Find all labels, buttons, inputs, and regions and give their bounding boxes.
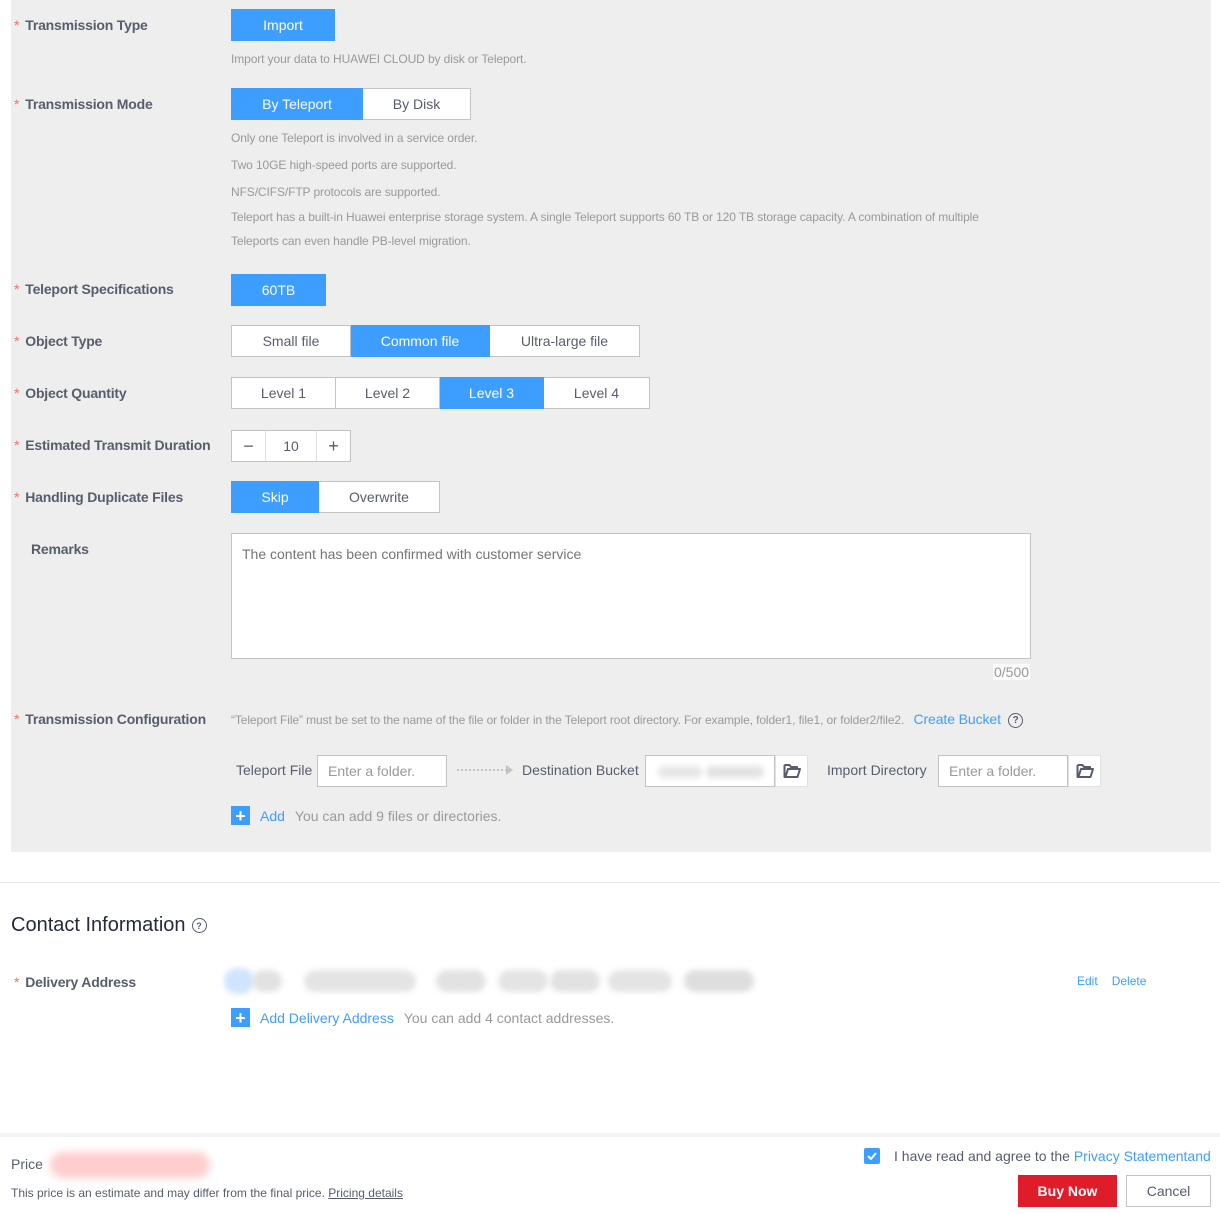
teleport-specifications-label: * Teleport Specifications: [14, 281, 174, 297]
option-level-2[interactable]: Level 2: [336, 377, 440, 409]
object-type-label: * Object Type: [14, 333, 103, 349]
required-marker: *: [14, 974, 20, 990]
option-overwrite[interactable]: Overwrite: [319, 481, 440, 513]
redacted-value: [252, 970, 282, 992]
edit-address-link[interactable]: Edit: [1077, 974, 1098, 988]
arrow-right-icon: [457, 765, 513, 775]
plus-icon[interactable]: +: [231, 1008, 250, 1027]
teleport-specifications-selector: 60TB: [231, 274, 326, 306]
help-icon[interactable]: ?: [1008, 713, 1024, 729]
required-marker: *: [14, 96, 20, 112]
radio-icon: [224, 968, 254, 994]
required-marker: *: [14, 385, 20, 401]
add-file-hint: You can add 9 files or directories.: [294, 807, 502, 824]
delete-address-link[interactable]: Delete: [1112, 974, 1147, 988]
duration-value[interactable]: 10: [265, 431, 317, 461]
required-marker: *: [14, 333, 20, 349]
destination-bucket-label: Destination Bucket: [522, 762, 639, 778]
teleport-file-label: Teleport File: [236, 762, 313, 778]
transmission-mode-selector: By Teleport By Disk: [231, 88, 471, 120]
section-divider: [0, 882, 1220, 883]
destination-bucket-select[interactable]: [645, 755, 775, 787]
option-level-4[interactable]: Level 4: [544, 377, 650, 409]
redacted-value: [658, 766, 702, 778]
contact-information-heading: Contact Information ?: [11, 914, 207, 937]
option-by-disk[interactable]: By Disk: [363, 88, 471, 120]
object-quantity-selector: Level 1 Level 2 Level 3 Level 4: [231, 377, 650, 409]
required-marker: *: [14, 281, 20, 297]
handling-duplicate-files-label: * Handling Duplicate Files: [14, 489, 184, 505]
agreement-row: I have read and agree to the Privacy Sta…: [864, 1148, 1211, 1164]
buy-now-button[interactable]: Buy Now: [1018, 1175, 1117, 1207]
price-label: Price: [11, 1156, 43, 1172]
transmission-mode-help-4: Teleport has a built-in Huawei enterpris…: [231, 210, 979, 224]
pricing-details-link[interactable]: Pricing details: [328, 1186, 403, 1200]
transmission-configuration-help: “Teleport File” must be set to the name …: [231, 711, 1024, 729]
option-ultra-large-file[interactable]: Ultra-large file: [490, 325, 640, 357]
object-type-selector: Small file Common file Ultra-large file: [231, 325, 640, 357]
increment-button[interactable]: +: [317, 431, 350, 461]
option-level-3[interactable]: Level 3: [440, 377, 544, 409]
required-marker: *: [14, 489, 20, 505]
redacted-value: [706, 766, 764, 778]
cancel-button[interactable]: Cancel: [1126, 1175, 1211, 1207]
transmission-type-label: * Transmission Type: [14, 17, 148, 33]
help-icon[interactable]: ?: [191, 918, 207, 933]
price-note: This price is an estimate and may differ…: [11, 1186, 403, 1200]
transmission-mode-help-2: Two 10GE high-speed ports are supported.: [231, 158, 457, 172]
required-marker: *: [14, 17, 20, 33]
option-import[interactable]: Import: [231, 9, 335, 41]
transmission-type-selector: Import: [231, 9, 335, 41]
transmission-mode-help-5: Teleports can even handle PB-level migra…: [231, 234, 471, 248]
redacted-value: [304, 970, 416, 992]
create-bucket-link[interactable]: Create Bucket: [913, 711, 1001, 727]
remarks-label: Remarks: [31, 541, 89, 557]
option-skip[interactable]: Skip: [231, 481, 319, 513]
remarks-char-counter: 0/500: [993, 664, 1031, 680]
estimated-transmit-duration-label: * Estimated Transmit Duration: [14, 437, 211, 453]
decrement-button[interactable]: −: [232, 431, 265, 461]
footer-separator: [0, 1133, 1220, 1137]
redacted-value: [684, 970, 754, 992]
add-address-hint: You can add 4 contact addresses.: [403, 1009, 615, 1026]
option-small-file[interactable]: Small file: [231, 325, 351, 357]
folder-open-icon[interactable]: [1068, 755, 1101, 787]
redacted-value: [436, 970, 486, 992]
transmission-type-help: Import your data to HUAWEI CLOUD by disk…: [231, 52, 527, 66]
remarks-textarea[interactable]: [231, 533, 1031, 659]
teleport-file-input[interactable]: [317, 755, 447, 787]
privacy-statement-link[interactable]: Privacy Statementand: [1074, 1148, 1211, 1164]
duration-stepper: − 10 +: [231, 430, 351, 462]
handling-duplicate-files-selector: Skip Overwrite: [231, 481, 440, 513]
add-file-row: + Add You can add 9 files or directories…: [231, 806, 501, 825]
redacted-value: [608, 970, 672, 992]
import-directory-label: Import Directory: [827, 762, 927, 778]
object-quantity-label: * Object Quantity: [14, 385, 127, 401]
option-by-teleport[interactable]: By Teleport: [231, 88, 363, 120]
redacted-value: [498, 970, 548, 992]
transmission-configuration-label: * Transmission Configuration: [14, 711, 206, 727]
address-actions: Edit Delete: [1077, 974, 1146, 988]
redacted-value: [550, 970, 600, 992]
plus-icon[interactable]: +: [231, 806, 250, 825]
agreement-text: I have read and agree to the Privacy Sta…: [894, 1148, 1211, 1164]
folder-open-icon[interactable]: [775, 755, 808, 787]
transmission-mode-label: * Transmission Mode: [14, 96, 153, 112]
import-directory-input[interactable]: [938, 755, 1068, 787]
option-60tb[interactable]: 60TB: [231, 274, 326, 306]
agree-checkbox[interactable]: [864, 1148, 880, 1164]
transmission-mode-help-3: NFS/CIFS/FTP protocols are supported.: [231, 185, 441, 199]
option-level-1[interactable]: Level 1: [231, 377, 336, 409]
delivery-address-label: * Delivery Address: [14, 974, 136, 990]
check-icon: [867, 1152, 877, 1160]
required-marker: *: [14, 711, 20, 727]
required-marker: *: [14, 437, 20, 453]
price-value-redacted: [50, 1152, 210, 1178]
add-delivery-address-button[interactable]: Add Delivery Address: [260, 1010, 394, 1026]
add-address-row: + Add Delivery Address You can add 4 con…: [231, 1008, 614, 1027]
add-file-button[interactable]: Add: [260, 808, 285, 824]
option-common-file[interactable]: Common file: [351, 325, 490, 357]
transmission-mode-help-1: Only one Teleport is involved in a servi…: [231, 131, 478, 145]
